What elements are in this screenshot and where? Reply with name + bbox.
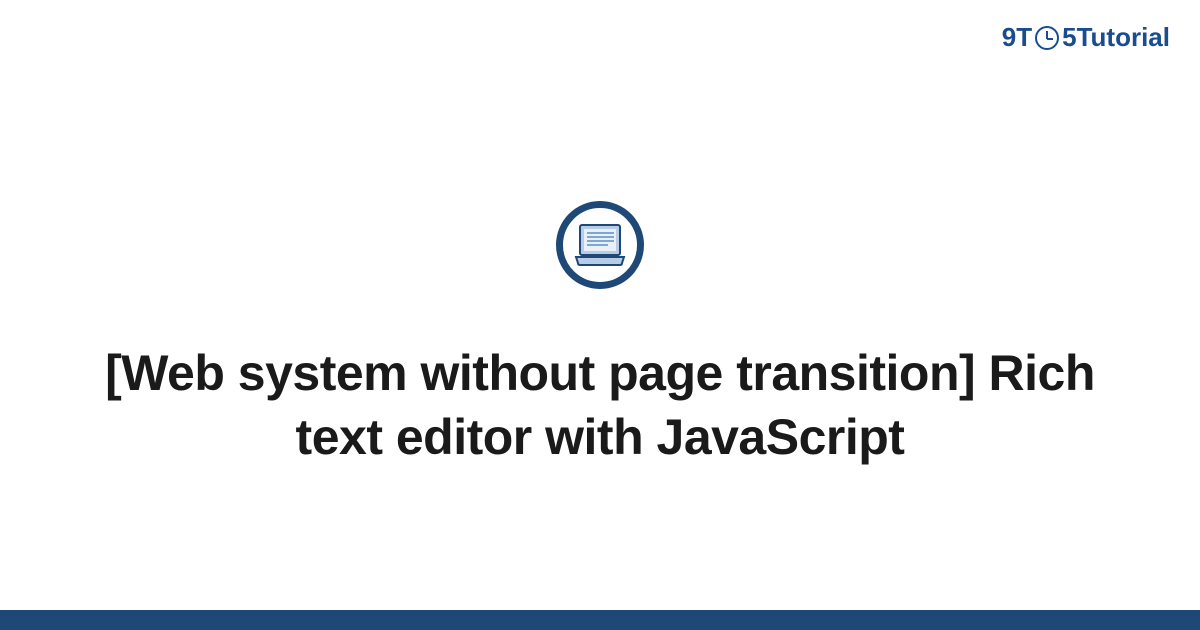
article-icon-circle <box>556 201 644 289</box>
main-content: [Web system without page transition] Ric… <box>0 0 1200 630</box>
laptop-icon <box>574 223 626 267</box>
footer-accent-bar <box>0 610 1200 630</box>
article-title: [Web system without page transition] Ric… <box>90 341 1110 469</box>
